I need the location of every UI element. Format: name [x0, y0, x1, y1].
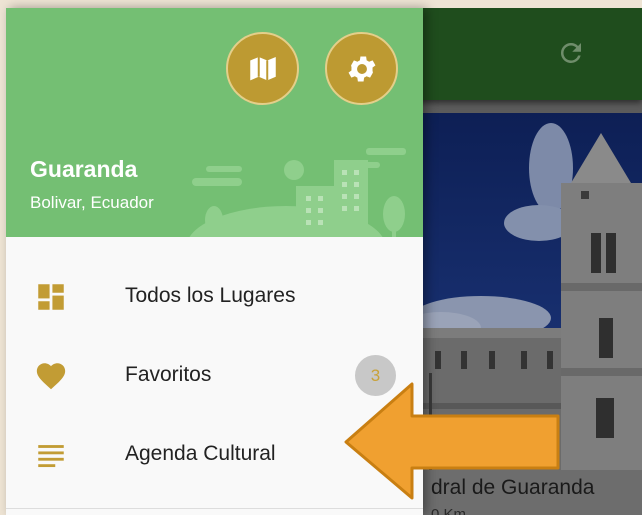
map-button[interactable]	[226, 32, 299, 105]
drawer-header: Guaranda Bolivar, Ecuador	[6, 8, 423, 237]
heart-icon	[36, 363, 66, 390]
grid-dashboard-icon	[38, 284, 64, 310]
list-lines-icon	[38, 445, 64, 468]
drawer-divider	[6, 508, 423, 509]
gear-icon	[348, 56, 375, 81]
menu-item-label: Todos los Lugares	[125, 284, 296, 307]
refresh-icon[interactable]	[556, 38, 586, 68]
map-icon	[249, 56, 276, 80]
city-region: Bolivar, Ecuador	[30, 193, 154, 212]
place-distance: 0 Km	[431, 506, 467, 515]
annotation-arrow	[344, 382, 560, 500]
city-name: Guaranda	[30, 156, 138, 182]
menu-item-label: Favoritos	[125, 363, 212, 386]
menu-item-todos-los-lugares[interactable]: Todos los Lugares	[6, 256, 423, 334]
screenshot-frame: dral de Guaranda 0 Km Guaranda Bolivar, …	[0, 0, 642, 515]
city-illustration	[189, 148, 406, 237]
settings-button[interactable]	[325, 32, 398, 105]
menu-item-label: Agenda Cultural	[125, 442, 276, 465]
